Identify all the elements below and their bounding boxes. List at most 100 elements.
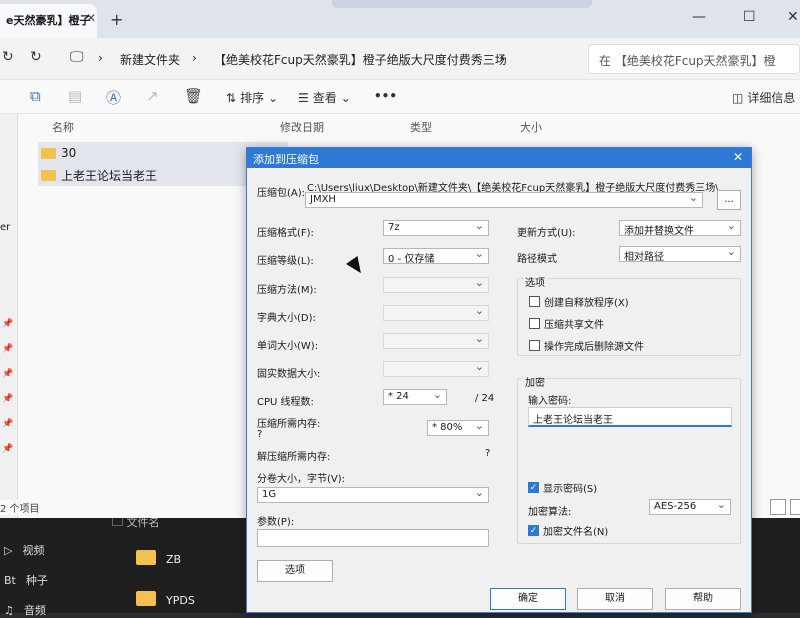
details-view-icon[interactable] [770,499,786,515]
options-button[interactable]: 选项 [257,560,333,582]
copy-icon[interactable]: ⧉ [30,87,41,105]
bg-sidebar-torrent[interactable]: Bt 种子 [4,572,48,588]
mem-value: ? [257,429,263,440]
level-label: 压缩等级(L): [257,256,314,267]
bg-sidebar-audio[interactable]: ♫ 音频 [4,602,46,618]
column-size[interactable]: 大小 [520,119,542,135]
column-type[interactable]: 类型 [410,119,432,135]
refresh-partial-icon[interactable]: ↻ [2,49,14,65]
rename-icon[interactable]: Ⓐ [106,87,121,108]
folder-icon [136,591,156,606]
path-label: 路径模式 [517,254,557,265]
level-select[interactable]: 0 - 仅存储 [383,248,489,264]
command-bar: ⧉ ▤ Ⓐ ↗ 🗑 ⇅ 排序 ⌄ ☰ 查看 ⌄ ••• ◫ 详细信息 [0,80,800,114]
sidebar-label: er [0,222,11,233]
breadcrumb-new-folder[interactable]: 新建文件夹 [120,51,180,68]
path-select[interactable]: 相对路径 [619,246,741,262]
dict-label: 字典大小(D): [257,313,316,324]
refresh-icon[interactable]: ↻ [30,49,42,65]
column-modified[interactable]: 修改日期 [280,119,324,135]
shared-files-checkbox[interactable]: 压缩共享文件 [529,316,604,331]
minimize-icon[interactable]: — [692,9,706,25]
bg-sidebar-video[interactable]: ▷ 视频 [4,542,44,558]
delete-after-checkbox[interactable]: 操作完成后删除源文件 [529,338,644,353]
word-select [383,333,489,349]
checkbox-icon [529,296,540,307]
pin-icon: 📌 [2,394,14,404]
breadcrumb-separator-icon: › [500,51,505,65]
details-pane-button[interactable]: ◫ 详细信息 [732,89,795,106]
pin-icon: 📌 [2,444,14,454]
params-input[interactable] [257,529,489,547]
method-select [383,277,489,293]
browse-button[interactable]: ... [717,190,741,210]
new-tab-icon[interactable]: + [110,10,123,29]
navigation-pane: er 📌 📌 📌 📌 📌 📌 [0,114,18,518]
dialog-title-bar: 添加到压缩包 ✕ [247,148,751,168]
browser-tab[interactable]: e天然豪乳】橙子 [0,4,97,38]
tiles-view-icon[interactable] [790,499,800,515]
split-input[interactable]: 1G [257,487,489,503]
options-group-label: 选项 [523,274,547,289]
dmem-value: ? [485,448,491,459]
checkmark-icon: ✓ [528,482,539,493]
help-button[interactable]: 帮助 [665,588,741,610]
format-label: 压缩格式(F): [257,228,314,239]
folder-icon [41,169,56,181]
encryption-method-label: 加密算法: [528,507,572,518]
archive-label: 压缩包(A): [257,188,306,199]
mem-label: 压缩所需内存: [257,419,321,430]
close-icon[interactable]: ✕ [787,9,799,25]
chevron-down-icon: ⌄ [268,90,279,105]
address-bar: ↻ ↻ 🖵 › 新建文件夹 › 【绝美校花Fcup天然豪乳】橙子绝版大尺度付费秀… [0,38,800,80]
browser-tab-bar: e天然豪乳】橙子 ✕ + — ☐ ✕ [0,0,800,38]
pin-icon: 📌 [2,344,14,354]
cpu-label: CPU 线程数: [257,397,314,408]
password-input[interactable]: 上老王论坛当老王 [528,407,732,427]
folder-icon [136,550,156,565]
maximize-icon[interactable]: ☐ [743,9,756,25]
status-bar: 2 个项目 [0,500,40,515]
update-select[interactable]: 添加并替换文件 [619,220,741,236]
password-label: 输入密码: [528,396,572,407]
view-icon: ☰ [298,90,309,105]
dict-select [383,305,489,321]
browser-search-bar[interactable] [332,0,592,8]
view-button[interactable]: ☰ 查看 ⌄ [298,89,351,106]
more-button[interactable]: ••• [374,89,397,103]
music-icon: ♫ [4,603,14,617]
sort-button[interactable]: ⇅ 排序 ⌄ [226,89,278,106]
breadcrumb-separator-icon: › [192,51,197,65]
sfx-checkbox[interactable]: 创建自释放程序(X) [529,294,629,309]
checkbox-icon [529,318,540,329]
chevron-down-icon: ⌄ [340,90,351,105]
cpu-select[interactable]: * 24 [383,389,447,405]
pin-icon: 📌 [2,369,14,379]
format-select[interactable]: 7z [383,220,489,236]
sort-icon: ⇅ [226,90,237,105]
ok-button[interactable]: 确定 [490,588,566,610]
solid-label: 固实数据大小: [257,369,321,380]
cpu-total: / 24 [475,393,495,404]
delete-icon[interactable]: 🗑 [184,87,203,105]
monitor-icon[interactable]: 🖵 [70,49,84,65]
cancel-button[interactable]: 取消 [577,588,653,610]
share-icon[interactable]: ↗ [146,87,159,105]
pin-icon: 📌 [2,419,14,429]
play-icon: ▷ [4,543,13,557]
bg-row-zb[interactable]: ZB [166,553,181,566]
column-name[interactable]: 名称 [52,119,74,135]
column-headers: 名称 修改日期 类型 大小 [24,114,585,136]
bg-row-ypds[interactable]: YPDS [166,594,195,607]
mem-select[interactable]: * 80% [427,420,489,436]
encryption-method-select[interactable]: AES-256 [649,499,731,515]
show-password-checkbox[interactable]: ✓ 显示密码(S) [528,480,597,495]
paste-icon[interactable]: ▤ [68,87,82,105]
folder-icon [41,147,56,159]
encrypt-names-checkbox[interactable]: ✓ 加密文件名(N) [528,523,608,538]
archive-name-input[interactable]: JMXH [305,192,703,208]
breadcrumb-current-folder[interactable]: 【绝美校花Fcup天然豪乳】橙子绝版大尺度付费秀三场 [214,51,507,68]
folder-search-input[interactable]: 在 【绝美校花Fcup天然豪乳】橙 [588,44,800,74]
tab-close-icon[interactable]: ✕ [86,11,96,25]
close-icon[interactable]: ✕ [733,150,743,164]
